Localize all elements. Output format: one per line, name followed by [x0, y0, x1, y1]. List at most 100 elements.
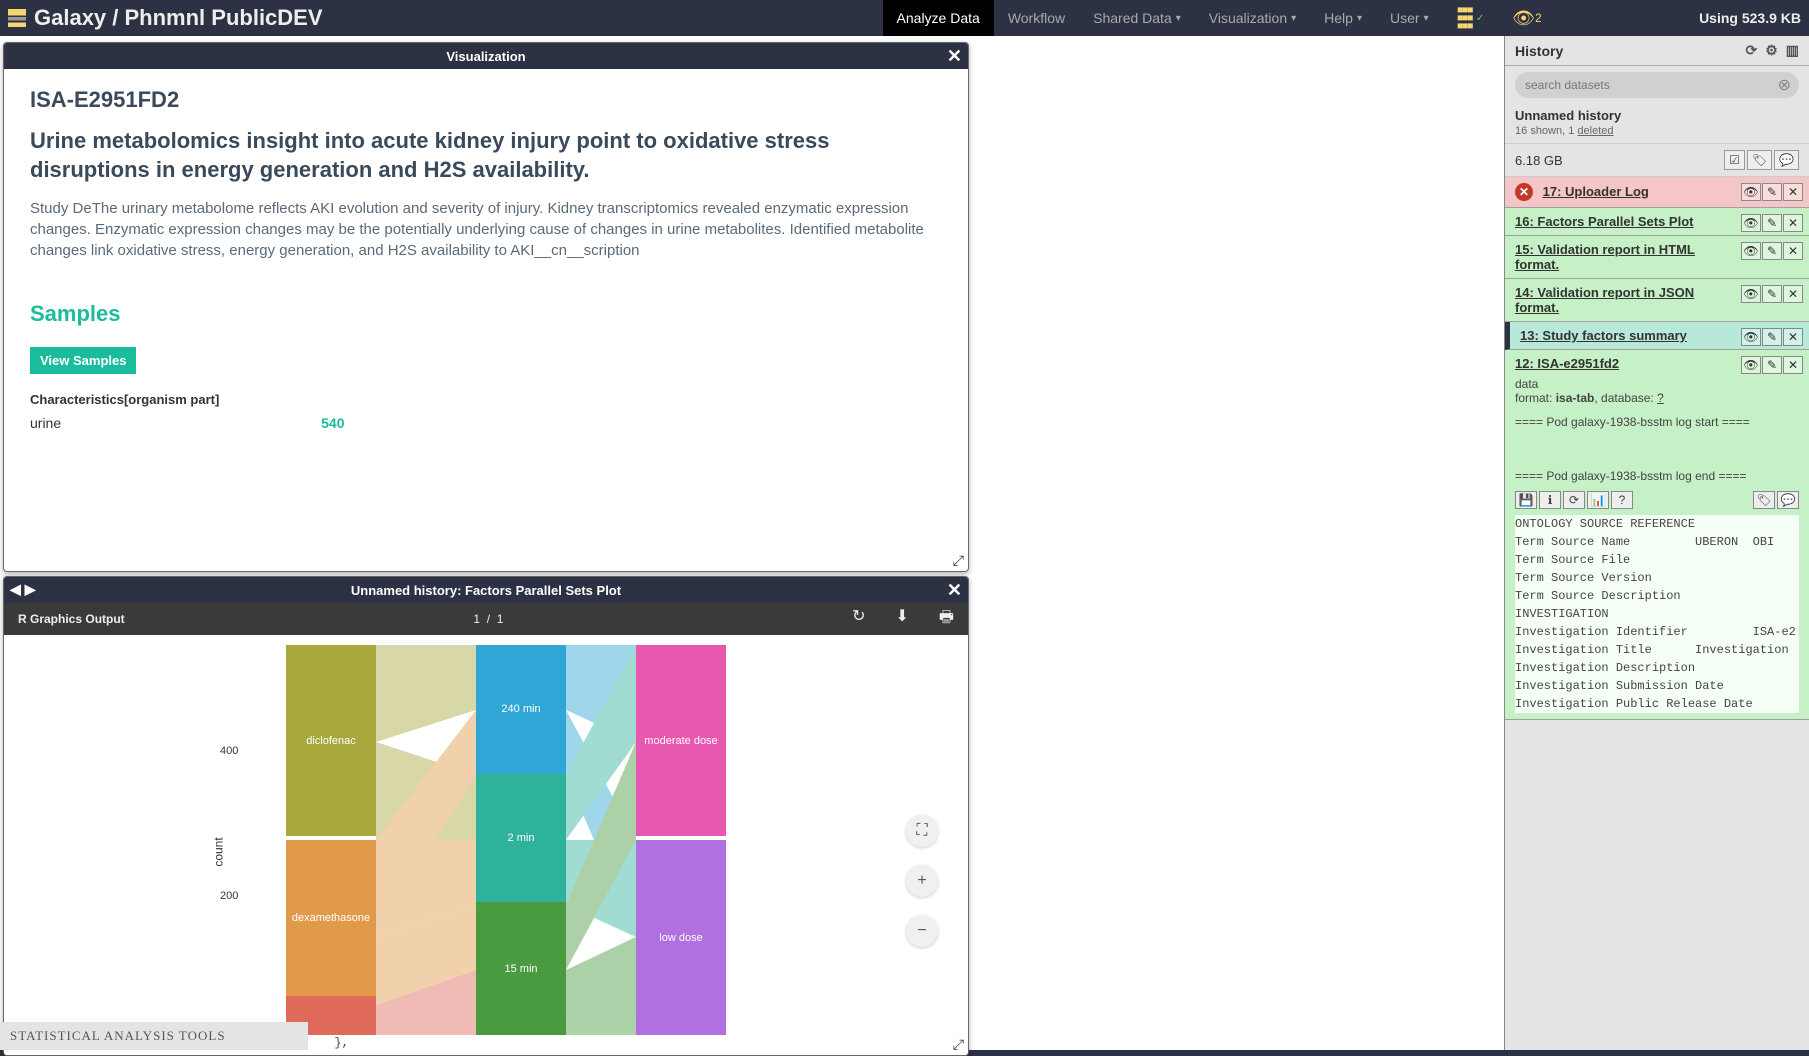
- delete-icon[interactable]: ✕: [1783, 328, 1803, 346]
- isa-id: ISA-E2951FD2: [30, 87, 942, 113]
- history-counts: 16 shown, 1 deleted: [1515, 125, 1799, 137]
- menu-visualization[interactable]: Visualization▾: [1195, 0, 1310, 36]
- help-icon[interactable]: ?: [1611, 491, 1633, 509]
- dataset-17[interactable]: ✕ 17: Uploader Log 👁✎✕: [1505, 177, 1809, 208]
- tags-icon[interactable]: 🏷: [1747, 150, 1772, 170]
- menu-user[interactable]: User▾: [1376, 0, 1443, 36]
- dataset-type: data: [1515, 377, 1799, 391]
- nav-back-icon[interactable]: ◀: [10, 581, 21, 598]
- check-icon: ✓: [1476, 13, 1484, 24]
- pdf-title: R Graphics Output: [18, 612, 125, 626]
- axis2-seg-2min: 2 min: [476, 774, 566, 903]
- scratchbook-toggle[interactable]: ▪▪▪▪▪▪▪▪▪ ✓: [1443, 0, 1499, 36]
- view-samples-button[interactable]: View Samples: [30, 347, 136, 374]
- menu-analyze-data[interactable]: Analyze Data: [883, 0, 994, 36]
- zoom-out-button[interactable]: −: [906, 915, 938, 947]
- plot-window: ◀▶ Unnamed history: Factors Parallel Set…: [3, 576, 969, 1056]
- chart-icon[interactable]: 📊: [1587, 491, 1609, 509]
- delete-icon[interactable]: ✕: [1783, 183, 1803, 201]
- dataset-13[interactable]: 13: Study factors summary 👁✎✕: [1505, 322, 1809, 350]
- study-abstract: Study DeThe urinary metabolome reflects …: [30, 198, 942, 261]
- axis2-seg-240min: 240 min: [476, 645, 566, 774]
- edit-icon[interactable]: ✎: [1762, 242, 1782, 260]
- fit-page-button[interactable]: ⛶: [906, 815, 938, 847]
- edit-icon[interactable]: ✎: [1762, 285, 1782, 303]
- gear-icon[interactable]: ⚙: [1765, 42, 1778, 59]
- y-axis-label: count: [212, 837, 226, 866]
- edit-icon[interactable]: ✎: [1762, 328, 1782, 346]
- characteristic-key: urine: [30, 415, 61, 431]
- view-icon[interactable]: 👁: [1741, 214, 1761, 232]
- expand-icon[interactable]: ⤢: [953, 552, 964, 569]
- close-icon[interactable]: ✕: [947, 580, 962, 601]
- tags-icon[interactable]: 🏷: [1753, 491, 1775, 509]
- columns-icon[interactable]: ▥: [1786, 42, 1799, 59]
- view-icon[interactable]: 👁: [1741, 328, 1761, 346]
- chevron-down-icon: ▾: [1176, 13, 1181, 24]
- edit-icon[interactable]: ✎: [1762, 356, 1782, 374]
- dataset-12[interactable]: 12: ISA-e2951fd2 👁✎✕ data format: isa-ta…: [1505, 350, 1809, 720]
- view-icon[interactable]: 👁: [1741, 356, 1761, 374]
- scratchbook-eye[interactable]: 👁 2: [1498, 0, 1555, 36]
- axis2-seg-15min: 15 min: [476, 902, 566, 1035]
- expand-icon[interactable]: ⤢: [953, 1036, 964, 1053]
- center-stage: Visualization ✕ ISA-E2951FD2 Urine metab…: [0, 36, 1504, 1050]
- print-icon[interactable]: 🖶: [939, 606, 954, 633]
- history-panel: History ⟳ ⚙ ▥ search datasets ⊗ Unnamed …: [1504, 36, 1809, 1050]
- clear-search-icon[interactable]: ⊗: [1778, 75, 1791, 95]
- eye-icon: 👁: [1512, 8, 1535, 29]
- pdf-toolbar: R Graphics Output 1 / 1 ↻ ⬇ 🖶: [4, 603, 968, 635]
- rerun-icon[interactable]: ⟳: [1563, 491, 1585, 509]
- characteristic-label: Characteristics[organism part]: [30, 392, 942, 407]
- history-size-row: 6.18 GB ☑ 🏷 💬: [1505, 143, 1809, 177]
- check-all-icon[interactable]: ☑: [1724, 150, 1745, 170]
- rotate-icon[interactable]: ↻: [852, 606, 865, 633]
- parallel-sets-chart: diclofenac dexamethasone 240 min 2 min 1…: [286, 645, 726, 1035]
- delete-icon[interactable]: ✕: [1783, 242, 1803, 260]
- delete-icon[interactable]: ✕: [1783, 356, 1803, 374]
- nav-fwd-icon[interactable]: ▶: [25, 581, 36, 598]
- characteristic-value: 540: [321, 415, 344, 431]
- delete-icon[interactable]: ✕: [1783, 214, 1803, 232]
- dataset-log-start: ==== Pod galaxy-1938-bsstm log start ===…: [1515, 415, 1799, 429]
- dataset-14[interactable]: 14: Validation report in JSON format. 👁✎…: [1505, 279, 1809, 322]
- menu-workflow[interactable]: Workflow: [994, 0, 1079, 36]
- view-icon[interactable]: 👁: [1741, 183, 1761, 201]
- download-icon[interactable]: ⬇: [895, 606, 908, 633]
- menu-help[interactable]: Help▾: [1310, 0, 1376, 36]
- samples-heading: Samples: [30, 301, 942, 327]
- plot-titlebar[interactable]: ◀▶ Unnamed history: Factors Parallel Set…: [4, 577, 968, 603]
- history-header: History ⟳ ⚙ ▥: [1505, 36, 1809, 66]
- view-icon[interactable]: 👁: [1741, 242, 1761, 260]
- close-icon[interactable]: ✕: [947, 46, 962, 67]
- brand[interactable]: Galaxy / Phnmnl PublicDEV: [8, 5, 323, 31]
- chevron-down-icon: ▾: [1357, 13, 1362, 24]
- view-icon[interactable]: 👁: [1741, 285, 1761, 303]
- search-datasets-input[interactable]: search datasets ⊗: [1515, 72, 1799, 98]
- delete-icon[interactable]: ✕: [1783, 285, 1803, 303]
- edit-icon[interactable]: ✎: [1762, 183, 1782, 201]
- annotate-icon[interactable]: 💬: [1774, 150, 1799, 170]
- main-menu: Analyze Data Workflow Shared Data▾ Visua…: [883, 0, 1556, 36]
- vis-titlebar[interactable]: Visualization ✕: [4, 43, 968, 69]
- zoom-in-button[interactable]: +: [906, 865, 938, 897]
- annotate-icon[interactable]: 💬: [1777, 491, 1799, 509]
- axis1-seg-diclofenac: diclofenac: [286, 645, 376, 836]
- dataset-action-bar: 💾 ℹ ⟳ 📊 ? 🏷 💬: [1515, 491, 1799, 509]
- plot-canvas: count 400 200: [4, 635, 968, 1055]
- axis3-seg-low: low dose: [636, 840, 726, 1035]
- tool-panel-footer: STATISTICAL ANALYSIS TOOLS: [0, 1022, 308, 1050]
- chevron-down-icon: ▾: [1424, 13, 1429, 24]
- study-title: Urine metabolomics insight into acute ki…: [30, 127, 942, 184]
- info-icon[interactable]: ℹ: [1539, 491, 1561, 509]
- axis1-seg-dexamethasone: dexamethasone: [286, 840, 376, 996]
- dataset-16[interactable]: 16: Factors Parallel Sets Plot 👁✎✕: [1505, 208, 1809, 236]
- refresh-icon[interactable]: ⟳: [1745, 42, 1757, 59]
- edit-icon[interactable]: ✎: [1762, 214, 1782, 232]
- visualization-window: Visualization ✕ ISA-E2951FD2 Urine metab…: [3, 42, 969, 572]
- axis3-seg-moderate: moderate dose: [636, 645, 726, 836]
- history-name[interactable]: Unnamed history: [1515, 108, 1799, 123]
- save-icon[interactable]: 💾: [1515, 491, 1537, 509]
- menu-shared-data[interactable]: Shared Data▾: [1079, 0, 1195, 36]
- dataset-15[interactable]: 15: Validation report in HTML format. 👁✎…: [1505, 236, 1809, 279]
